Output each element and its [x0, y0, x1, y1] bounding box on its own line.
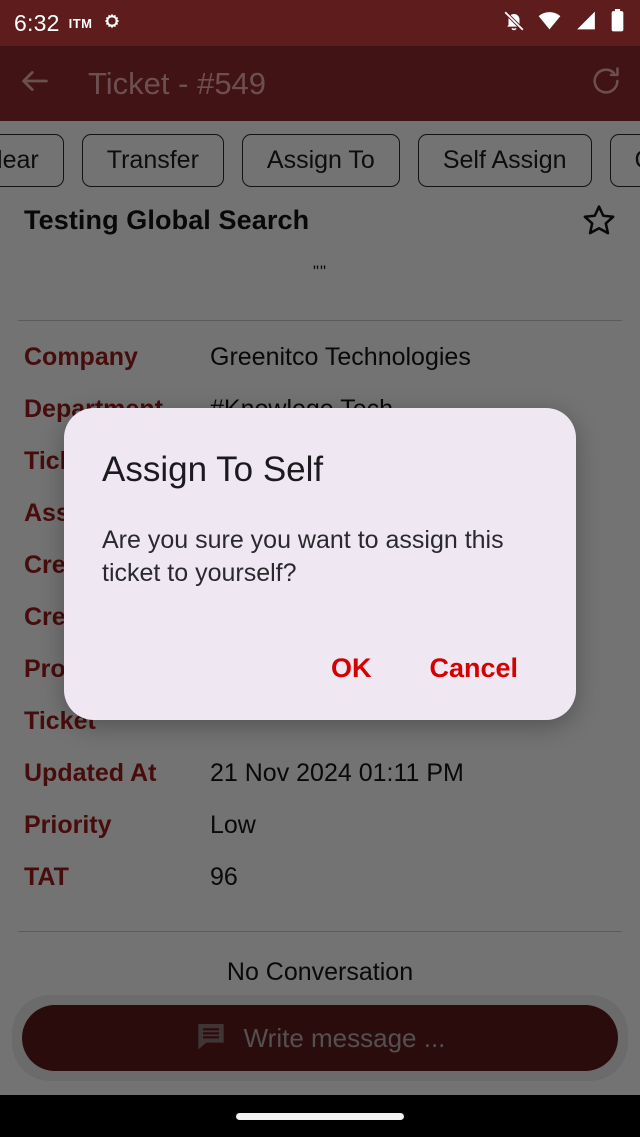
- home-gesture-pill[interactable]: [236, 1112, 404, 1120]
- ok-button[interactable]: OK: [319, 645, 384, 692]
- dialog-title: Assign To Self: [102, 450, 324, 489]
- status-bar-carrier: ITM: [68, 15, 93, 31]
- gear-icon: [101, 10, 123, 37]
- page-title: Ticket - #549: [88, 65, 267, 101]
- cancel-button[interactable]: Cancel: [417, 645, 530, 692]
- notifications-off-icon: [502, 9, 526, 38]
- app-bar: Ticket - #549: [0, 46, 640, 121]
- refresh-icon[interactable]: [590, 65, 622, 102]
- assign-to-self-dialog: Assign To Self Are you sure you want to …: [64, 408, 576, 720]
- status-bar: 6:32 ITM: [0, 0, 640, 46]
- phone-screen: 6:32 ITM Ticket - #549 Assign To Self Ar…: [0, 0, 640, 1137]
- dialog-message: Are you sure you want to assign this tic…: [102, 526, 504, 587]
- cellular-signal-icon: [573, 8, 598, 38]
- status-bar-clock: 6:32: [14, 9, 60, 36]
- status-bar-right: [502, 8, 626, 38]
- battery-full-icon: [609, 8, 626, 38]
- status-bar-left: 6:32 ITM: [14, 10, 123, 37]
- wifi-icon: [537, 8, 562, 38]
- back-arrow-icon[interactable]: [18, 64, 52, 103]
- android-navigation-bar: [0, 1095, 640, 1137]
- dialog-action-row: OK Cancel: [102, 645, 538, 692]
